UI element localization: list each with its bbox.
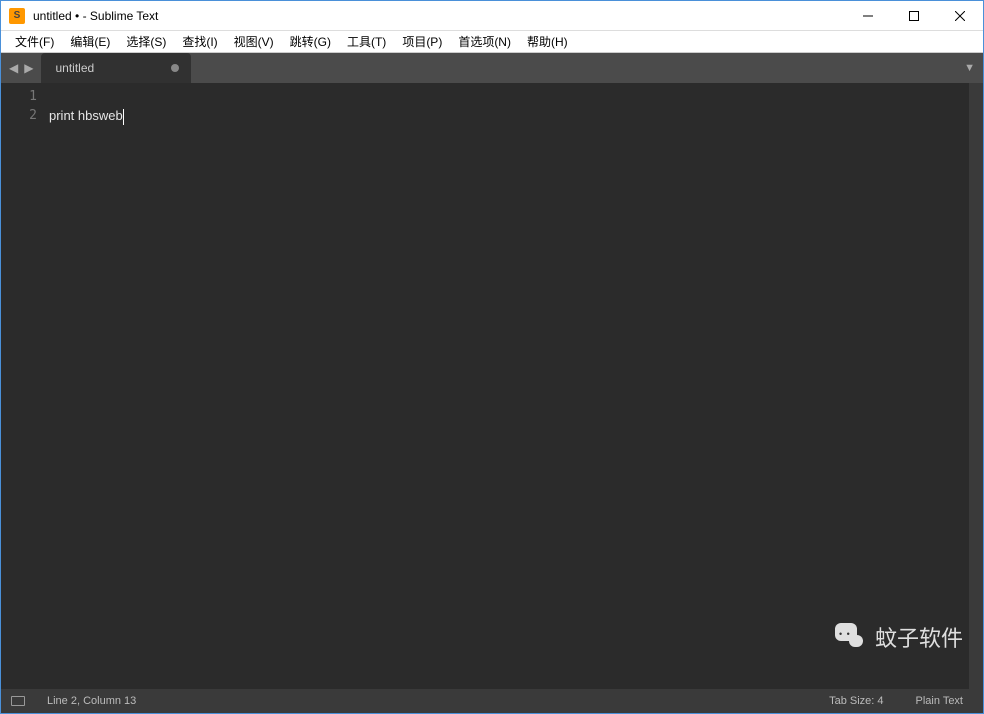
line-number[interactable]: 1 [1, 87, 49, 106]
minimap[interactable] [953, 83, 969, 689]
nav-forward-icon[interactable]: ▶ [24, 61, 33, 75]
maximize-button[interactable] [891, 1, 937, 30]
panel-switcher-icon[interactable] [11, 696, 25, 706]
tab-label: untitled [55, 61, 94, 75]
gutter: 1 2 [1, 83, 49, 689]
app-icon: S [9, 8, 25, 24]
nav-back-icon[interactable]: ◀ [9, 61, 18, 75]
text-cursor [123, 109, 124, 125]
tab-untitled[interactable]: untitled [41, 53, 191, 83]
menubar: 文件(F) 编辑(E) 选择(S) 查找(I) 视图(V) 跳转(G) 工具(T… [1, 31, 983, 53]
menu-selection[interactable]: 选择(S) [118, 31, 174, 52]
tab-overflow-icon[interactable]: ▼ [964, 53, 975, 83]
vertical-scrollbar[interactable] [969, 83, 983, 689]
window-controls [845, 1, 983, 30]
menu-goto[interactable]: 跳转(G) [282, 31, 339, 52]
menu-project[interactable]: 项目(P) [394, 31, 450, 52]
tab-nav: ◀ ▶ [1, 53, 41, 83]
menu-tools[interactable]: 工具(T) [339, 31, 394, 52]
menu-edit[interactable]: 编辑(E) [62, 31, 118, 52]
minimize-button[interactable] [845, 1, 891, 30]
menu-help[interactable]: 帮助(H) [519, 31, 576, 52]
titlebar: S untitled • - Sublime Text [1, 1, 983, 31]
tabbar: ◀ ▶ untitled ▼ [1, 53, 983, 83]
window-title: untitled • - Sublime Text [33, 9, 845, 23]
code-line [49, 87, 953, 106]
close-button[interactable] [937, 1, 983, 30]
code-area[interactable]: print hbsweb [49, 83, 953, 689]
code-line: print hbsweb [49, 106, 953, 125]
statusbar: Line 2, Column 13 Tab Size: 4 Plain Text [1, 689, 983, 713]
status-tab-size[interactable]: Tab Size: 4 [819, 695, 893, 707]
editor: 1 2 print hbsweb • • 蚊子软件 [1, 83, 983, 689]
menu-preferences[interactable]: 首选项(N) [450, 31, 519, 52]
line-number[interactable]: 2 [1, 106, 49, 125]
dirty-indicator-icon [171, 64, 179, 72]
app-window: S untitled • - Sublime Text 文件(F) 编辑(E) … [0, 0, 984, 714]
status-position[interactable]: Line 2, Column 13 [37, 695, 146, 707]
menu-find[interactable]: 查找(I) [174, 31, 225, 52]
status-syntax[interactable]: Plain Text [906, 695, 974, 707]
menu-file[interactable]: 文件(F) [7, 31, 62, 52]
menu-view[interactable]: 视图(V) [226, 31, 282, 52]
